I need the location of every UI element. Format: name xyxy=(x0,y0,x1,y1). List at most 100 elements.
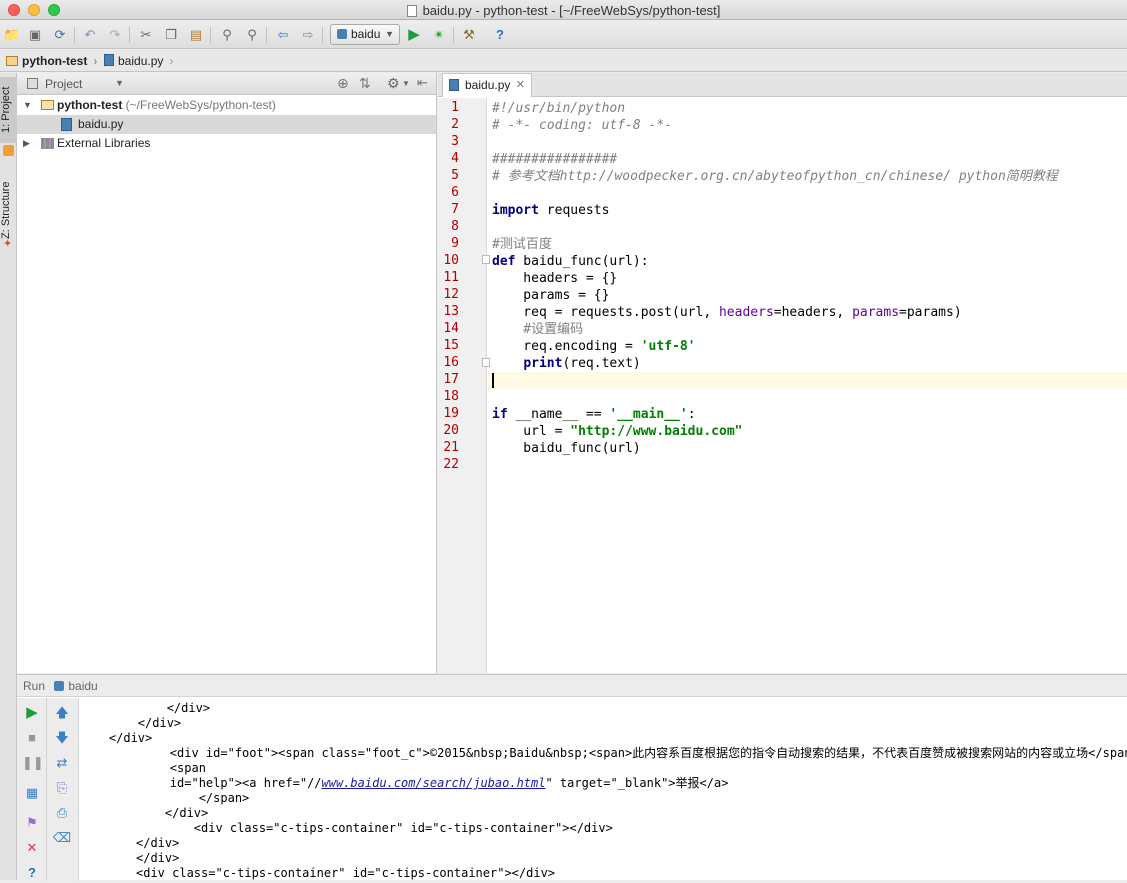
line-number: 16 xyxy=(443,355,459,370)
breadcrumb-project[interactable]: python-test › xyxy=(6,53,97,69)
pause-icon[interactable]: ❚❚ xyxy=(22,753,44,773)
locate-icon[interactable]: ⊕ xyxy=(337,75,349,92)
cut-icon[interactable]: ✂ xyxy=(136,25,156,45)
tree-item-project-root[interactable]: ▼ python-test (~/FreeWebSys/python-test) xyxy=(17,96,436,115)
project-view-select[interactable]: Project xyxy=(45,77,82,91)
close-icon[interactable]: ✕ xyxy=(516,74,525,96)
run-config-select[interactable]: baidu ▼ xyxy=(330,24,400,45)
output-line: </div> xyxy=(80,716,182,730)
code-line: params = {} xyxy=(492,288,610,303)
replace-icon[interactable]: ⚲ xyxy=(242,25,262,45)
trash-icon[interactable]: ⌫ xyxy=(52,828,72,848)
document-icon xyxy=(406,5,417,17)
tree-item-label: baidu.py xyxy=(78,117,124,131)
pin-icon[interactable]: ⚑ xyxy=(22,813,42,833)
tab-label: baidu.py xyxy=(465,78,511,92)
main-toolbar: 📁 ▣ ⟳ ↶ ↷ ✂ ❐ ▤ ⚲ ⚲ ⇦ ⇨ baidu ▼ ▶ ✴ ⚒ ? xyxy=(0,21,1127,49)
output-line: <span xyxy=(112,761,206,775)
line-number: 4 xyxy=(451,151,459,166)
output-line: <div id="foot"><span class="foot_c">©201… xyxy=(112,746,1127,760)
arrow-up-icon[interactable]: 🡅 xyxy=(52,703,72,723)
param-token: headers xyxy=(718,305,774,320)
find-icon[interactable]: ⚲ xyxy=(217,25,237,45)
chevron-down-icon[interactable]: ▼ xyxy=(115,78,124,88)
undo-icon[interactable]: ↶ xyxy=(80,25,100,45)
code-editor[interactable]: #!/usr/bin/python # -*- coding: utf-8 -*… xyxy=(488,98,1127,673)
stop-icon[interactable]: ■ xyxy=(22,728,42,748)
editor-tab-bar: baidu.py ✕ xyxy=(438,73,1127,97)
help-icon[interactable]: ? xyxy=(22,863,42,883)
project-panel-header: Project ▼ ⊕ ⇅ ⚙ ▼ ⇤ xyxy=(17,73,436,95)
restore-layout-icon[interactable]: ▦ xyxy=(22,783,42,803)
chevron-down-icon[interactable]: ▼ xyxy=(402,79,410,88)
code-line: def baidu_func(url): xyxy=(492,253,649,270)
param-token: params xyxy=(852,305,900,320)
code-token: =params) xyxy=(899,305,962,320)
tree-item-external-libraries[interactable]: ▶ External Libraries xyxy=(17,134,436,153)
forward-icon[interactable]: ⇨ xyxy=(298,25,318,45)
breadcrumb-file-label: baidu.py xyxy=(118,54,164,68)
line-number: 15 xyxy=(443,338,459,353)
line-number-gutter: 1 2 3 4 5 6 7 8 9 10 11 12 13 14 15 16 1… xyxy=(438,98,490,673)
sync-icon[interactable]: ⟳ xyxy=(50,25,70,45)
help-icon[interactable]: ? xyxy=(490,25,510,45)
line-number: 19 xyxy=(443,406,459,421)
breadcrumb-project-label: python-test xyxy=(22,54,88,68)
code-line: headers = {} xyxy=(492,271,618,286)
hide-panel-icon[interactable]: ⇤ xyxy=(417,75,428,91)
arrow-down-icon[interactable]: 🡇 xyxy=(52,728,72,748)
line-number: 14 xyxy=(443,321,459,336)
output-text: " target="_blank">举报</a> xyxy=(545,776,729,790)
run-console-output[interactable]: </div> </div> </div> <div id="foot"><spa… xyxy=(80,698,1127,881)
project-strip-icon xyxy=(3,145,14,156)
run-panel: Run baidu ▶ ■ ❚❚ ▦ ⚑ ✕ ? 🡅 🡇 ⇄ ⎘ ⎙ ⌫ </d… xyxy=(17,674,1127,883)
copy-icon[interactable]: ❐ xyxy=(161,25,181,45)
folder-icon xyxy=(6,56,18,66)
keyword-token: import xyxy=(492,203,539,218)
collapse-icon[interactable]: ⇅ xyxy=(359,75,371,92)
run-icon[interactable]: ▶ xyxy=(404,25,424,45)
soft-wrap-icon[interactable]: ⇄ xyxy=(52,753,72,773)
python-icon xyxy=(337,29,347,39)
code-token: url = xyxy=(492,424,571,439)
string-token: '__main__' xyxy=(609,407,688,422)
window-title: baidu.py - python-test - [~/FreeWebSys/p… xyxy=(0,3,1127,18)
gear-icon[interactable]: ⚙ xyxy=(387,75,400,92)
run-label: Run xyxy=(23,679,46,693)
rerun-icon[interactable]: ▶ xyxy=(22,703,42,723)
line-number: 6 xyxy=(451,185,459,200)
redo-icon[interactable]: ↷ xyxy=(105,25,125,45)
editor-area: baidu.py ✕ 1 2 3 4 5 6 7 8 9 10 11 12 13… xyxy=(438,73,1127,673)
code-line: #测试百度 xyxy=(492,237,552,252)
debug-icon[interactable]: ✴ xyxy=(429,25,449,45)
open-folder-icon[interactable]: 📁 xyxy=(2,25,22,45)
paste-icon[interactable]: ▤ xyxy=(186,25,206,45)
scroll-to-end-icon[interactable]: ⎘ xyxy=(52,778,72,798)
print-icon[interactable]: ⎙ xyxy=(52,803,72,823)
tab-project[interactable]: 1: Project xyxy=(0,77,17,143)
output-link[interactable]: www.baidu.com/search/jubao.html xyxy=(322,776,546,790)
breadcrumb: python-test › baidu.py › xyxy=(0,50,1127,72)
output-line: id="help"><a href="//www.baidu.com/searc… xyxy=(112,776,729,791)
output-line: </span> xyxy=(112,791,250,805)
close-icon[interactable]: ✕ xyxy=(22,838,42,858)
tree-item-baidu-py[interactable]: baidu.py xyxy=(17,115,436,134)
keyword-token: def xyxy=(492,254,516,269)
folder-icon xyxy=(41,100,54,110)
breadcrumb-file[interactable]: baidu.py › xyxy=(104,53,173,69)
back-icon[interactable]: ⇦ xyxy=(273,25,293,45)
run-config-name: baidu xyxy=(68,679,98,693)
python-file-icon xyxy=(449,79,459,91)
line-number: 8 xyxy=(451,219,459,234)
title-bar: baidu.py - python-test - [~/FreeWebSys/p… xyxy=(0,0,1127,20)
save-icon[interactable]: ▣ xyxy=(25,25,45,45)
settings-icon[interactable]: ⚒ xyxy=(459,25,479,45)
tab-baidu-py[interactable]: baidu.py ✕ xyxy=(442,73,532,97)
line-number: 20 xyxy=(443,423,459,438)
code-line: req.encoding = 'utf-8' xyxy=(492,338,695,355)
output-line: </div> xyxy=(136,851,180,865)
line-number: 10 xyxy=(443,253,459,268)
project-view-icon xyxy=(27,78,38,89)
line-number: 21 xyxy=(443,440,459,455)
